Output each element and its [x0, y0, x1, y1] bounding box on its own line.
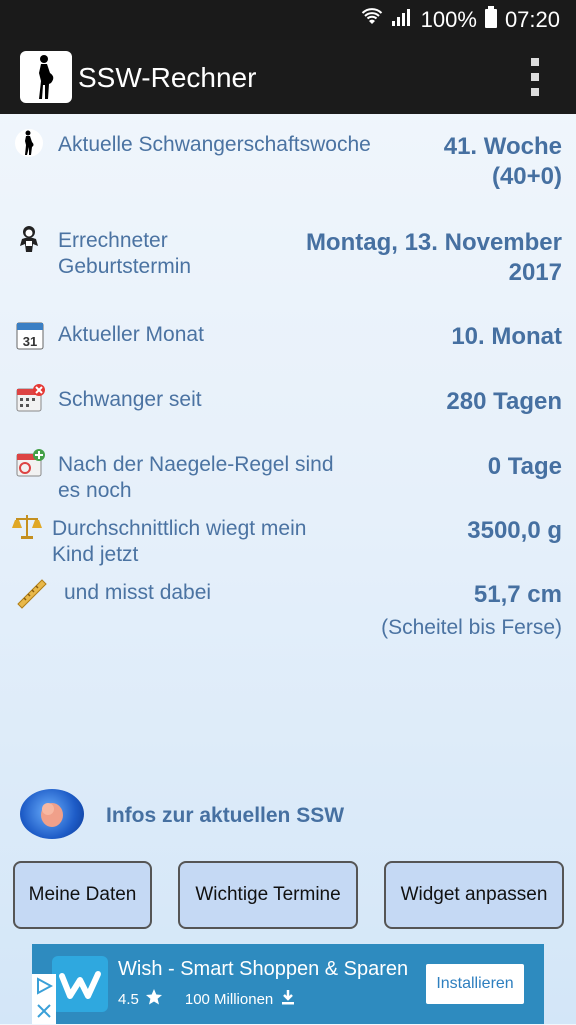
battery-icon: [484, 6, 497, 34]
app-bar: SSW-Rechner: [0, 40, 576, 114]
row-value-secondary: (40+0): [491, 163, 562, 190]
row-value: 280 Tagen: [446, 388, 562, 415]
download-icon: [279, 988, 297, 1010]
svg-text:31: 31: [23, 334, 37, 349]
current-week-info-link[interactable]: Infos zur aktuellen SSW: [0, 786, 576, 846]
scale-icon: [12, 512, 42, 542]
ruler-icon: [16, 578, 47, 609]
pregnant-silhouette-icon: [14, 128, 44, 158]
row-label: Aktuelle Schwangerschaftswoche: [58, 133, 371, 156]
overflow-menu-icon[interactable]: [530, 58, 540, 96]
row-label: Schwanger seit: [58, 388, 202, 411]
widget-settings-button[interactable]: Widget anpassen: [384, 861, 564, 929]
ad-close-icon[interactable]: [35, 1002, 53, 1025]
row-length: und misst dabei 51,7 cm (Scheitel bis Fe…: [0, 576, 576, 646]
adchoices-icon[interactable]: [35, 977, 54, 1000]
row-weight: Durchschnittlich wiegt mein Kind jetzt 3…: [0, 512, 576, 568]
row-label: Errechneter Geburtstermin: [58, 229, 192, 278]
row-current-month: 31 Aktueller Monat 10. Monat: [0, 318, 576, 358]
row-value: 51,7 cm: [473, 581, 562, 608]
row-label: Durchschnittlich wiegt mein Kind jetzt: [52, 517, 307, 566]
wifi-icon: [361, 6, 383, 34]
star-icon: [145, 988, 163, 1010]
row-subvalue: (Scheitel bis Ferse): [381, 616, 562, 639]
signal-icon: [391, 6, 413, 34]
my-data-button[interactable]: Meine Daten: [13, 861, 152, 929]
ad-title: Wish - Smart Shoppen & Sparen: [118, 958, 409, 980]
calendar-add-icon: [16, 448, 46, 478]
ad-rating: 4.5: [118, 990, 139, 1008]
row-value: 0 Tage: [487, 453, 562, 480]
fetus-globe-icon: [20, 789, 84, 839]
ad-downloads: 100 Millionen: [184, 990, 274, 1008]
row-value: Montag, 13. November: [305, 229, 562, 256]
important-dates-button[interactable]: Wichtige Termine: [178, 861, 358, 929]
battery-percent: 100%: [420, 7, 477, 32]
ad-install-button[interactable]: Installieren: [426, 964, 524, 1004]
row-days-left: Nach der Naegele-Regel sind es noch 0 Ta…: [0, 448, 576, 504]
app-title: SSW-Rechner: [78, 62, 257, 93]
clock: 07:20: [504, 7, 560, 32]
baby-icon: [14, 224, 44, 254]
row-pregnant-since: Schwanger seit 280 Tagen: [0, 383, 576, 423]
wish-logo-icon: [52, 956, 108, 1012]
row-label: und misst dabei: [64, 581, 212, 604]
row-label: Nach der Naegele-Regel sind es noch: [58, 453, 334, 502]
ad-banner[interactable]: Wish - Smart Shoppen & Sparen 4.5 100 Mi…: [32, 944, 544, 1024]
row-value: 10. Monat: [451, 323, 562, 350]
calendar-alert-icon: [16, 383, 46, 413]
ad-choices[interactable]: [32, 974, 56, 1024]
ad-meta: 4.5 100 Millionen: [118, 988, 297, 1010]
row-value: 41. Woche: [443, 133, 562, 160]
status-bar: 100% 07:20: [0, 0, 576, 40]
row-label: Aktueller Monat: [58, 323, 204, 346]
calendar-icon: 31: [16, 320, 46, 350]
row-value: 3500,0 g: [467, 517, 562, 544]
info-label: Infos zur aktuellen SSW: [106, 804, 345, 827]
row-current-week: Aktuelle Schwangerschaftswoche 41. Woche…: [0, 126, 576, 196]
row-value-secondary: 2017: [508, 259, 562, 286]
row-due-date: Errechneter Geburtstermin Montag, 13. No…: [0, 222, 576, 292]
pregnant-woman-icon: [20, 51, 72, 103]
